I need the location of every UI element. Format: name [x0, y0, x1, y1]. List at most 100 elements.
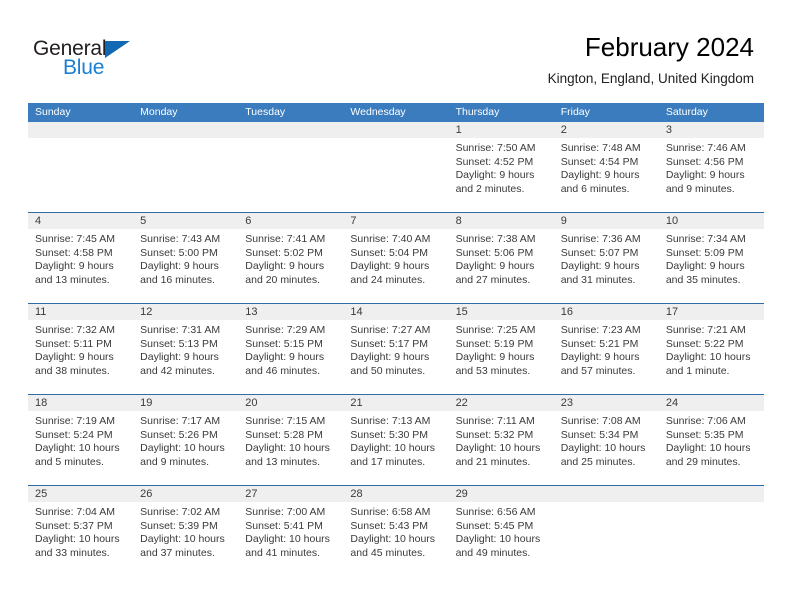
day-number: 25 — [28, 486, 134, 502]
calendar-week-row: 1 Sunrise: 7:50 AM Sunset: 4:52 PM Daylight… — [28, 122, 764, 212]
daylight-duration: Daylight: 9 hours and 6 minutes. — [560, 169, 640, 195]
day-number: 1 — [448, 122, 554, 138]
weekday-header-row: Sunday Monday Tuesday Wednesday Thursday Frid… — [28, 103, 764, 122]
daylight-duration: Daylight: 9 hours and 24 minutes. — [350, 260, 430, 286]
day-cell[interactable]: 19 Sunrise: 7:17 AM Sunset: 5:26 PM Dayligh… — [133, 395, 239, 485]
day-number: 14 — [343, 304, 449, 320]
day-cell[interactable]: 1 Sunrise: 7:50 AM Sunset: 4:52 PM Daylight… — [448, 122, 554, 212]
day-details: Sunrise: 6:56 AM Sunset: 5:45 PM Daylight:… — [449, 502, 554, 560]
day-cell[interactable]: 27 Sunrise: 7:00 AM Sunset: 5:41 PM Dayligh… — [238, 486, 344, 576]
daylight-duration: Daylight: 9 hours and 9 minutes. — [665, 169, 745, 195]
day-cell[interactable]: 18 Sunrise: 7:19 AM Sunset: 5:24 PM Dayligh… — [28, 395, 134, 485]
weekday-header-sunday: Sunday — [35, 106, 71, 118]
day-cell[interactable]: 12 Sunrise: 7:31 AM Sunset: 5:13 PM Dayligh… — [133, 304, 239, 394]
day-number: 2 — [553, 122, 659, 138]
day-number — [343, 122, 449, 138]
day-cell[interactable]: 5 Sunrise: 7:43 AM Sunset: 5:00 PM Daylight… — [133, 213, 239, 303]
brand-logo[interactable]: General Blue — [33, 38, 223, 86]
day-cell[interactable]: 20 Sunrise: 7:15 AM Sunset: 5:28 PM Dayligh… — [238, 395, 344, 485]
day-number: 23 — [553, 395, 659, 411]
day-cell[interactable]: 11 Sunrise: 7:32 AM Sunset: 5:11 PM Dayligh… — [28, 304, 134, 394]
day-cell[interactable]: 9 Sunrise: 7:36 AM Sunset: 5:07 PM Daylight… — [553, 213, 659, 303]
day-details — [554, 502, 659, 506]
masthead: General Blue February 2024 Kington, Engl… — [0, 0, 792, 103]
day-number: 18 — [28, 395, 134, 411]
day-cell[interactable]: 23 Sunrise: 7:08 AM Sunset: 5:34 PM Dayligh… — [553, 395, 659, 485]
day-number: 3 — [658, 122, 764, 138]
day-number — [238, 122, 344, 138]
day-number: 6 — [238, 213, 344, 229]
day-number — [658, 486, 764, 502]
day-details: Sunrise: 7:15 AM Sunset: 5:28 PM Daylight:… — [238, 411, 343, 469]
day-number: 22 — [448, 395, 554, 411]
day-number: 28 — [343, 486, 449, 502]
sunset-time: Sunset: 5:06 PM — [455, 246, 534, 259]
daylight-duration: Daylight: 10 hours and 13 minutes. — [245, 442, 330, 468]
daylight-duration: Daylight: 9 hours and 2 minutes. — [455, 169, 535, 195]
day-details: Sunrise: 7:43 AM Sunset: 5:00 PM Daylight:… — [133, 229, 238, 287]
sunset-time: Sunset: 5:11 PM — [35, 337, 112, 350]
day-cell[interactable]: 22 Sunrise: 7:11 AM Sunset: 5:32 PM Dayligh… — [448, 395, 554, 485]
day-number — [553, 486, 659, 502]
day-cell[interactable]: 21 Sunrise: 7:13 AM Sunset: 5:30 PM Dayligh… — [343, 395, 449, 485]
day-details: Sunrise: 7:08 AM Sunset: 5:34 PM Daylight:… — [554, 411, 659, 469]
sunrise-time: Sunrise: 7:45 AM — [35, 233, 115, 245]
sunset-time: Sunset: 5:02 PM — [245, 246, 323, 259]
day-details: Sunrise: 7:06 AM Sunset: 5:35 PM Daylight:… — [659, 411, 764, 469]
weekday-header-wednesday: Wednesday — [350, 106, 406, 118]
day-cell[interactable]: 15 Sunrise: 7:25 AM Sunset: 5:19 PM Dayligh… — [448, 304, 554, 394]
day-details: Sunrise: 7:25 AM Sunset: 5:19 PM Daylight:… — [449, 320, 554, 378]
sunset-time: Sunset: 5:34 PM — [560, 428, 639, 441]
day-cell[interactable]: 16 Sunrise: 7:23 AM Sunset: 5:21 PM Dayligh… — [553, 304, 659, 394]
weekday-header-tuesday: Tuesday — [245, 106, 286, 118]
day-cell[interactable]: 3 Sunrise: 7:46 AM Sunset: 4:56 PM Daylight… — [658, 122, 764, 212]
day-cell[interactable]: 14 Sunrise: 7:27 AM Sunset: 5:17 PM Dayligh… — [343, 304, 449, 394]
daylight-duration: Daylight: 10 hours and 1 minute. — [665, 351, 751, 377]
daylight-duration: Daylight: 9 hours and 50 minutes. — [350, 351, 430, 377]
day-cell[interactable]: 28 Sunrise: 6:58 AM Sunset: 5:43 PM Dayligh… — [343, 486, 449, 576]
triangle-icon — [105, 41, 130, 58]
weekday-header-saturday: Saturday — [665, 106, 708, 118]
day-cell[interactable]: 24 Sunrise: 7:06 AM Sunset: 5:35 PM Dayligh… — [658, 395, 764, 485]
day-details — [28, 138, 133, 142]
day-details: Sunrise: 7:31 AM Sunset: 5:13 PM Daylight:… — [133, 320, 238, 378]
day-number: 21 — [343, 395, 449, 411]
sunset-time: Sunset: 5:15 PM — [245, 337, 323, 350]
sunset-time: Sunset: 5:09 PM — [665, 246, 744, 259]
day-cell[interactable]: 13 Sunrise: 7:29 AM Sunset: 5:15 PM Dayligh… — [238, 304, 344, 394]
day-details: Sunrise: 7:13 AM Sunset: 5:30 PM Daylight:… — [343, 411, 448, 469]
day-number: 13 — [238, 304, 344, 320]
sunrise-time: Sunrise: 7:23 AM — [560, 324, 641, 336]
sunset-time: Sunset: 4:58 PM — [35, 246, 113, 259]
day-cell[interactable]: 26 Sunrise: 7:02 AM Sunset: 5:39 PM Dayligh… — [133, 486, 239, 576]
daylight-duration: Daylight: 9 hours and 20 minutes. — [245, 260, 325, 286]
day-details: Sunrise: 7:29 AM Sunset: 5:15 PM Daylight:… — [238, 320, 343, 378]
day-cell[interactable]: 6 Sunrise: 7:41 AM Sunset: 5:02 PM Daylight… — [238, 213, 344, 303]
day-number: 11 — [28, 304, 134, 320]
day-cell[interactable]: 10 Sunrise: 7:34 AM Sunset: 5:09 PM Dayligh… — [658, 213, 764, 303]
weekday-header-monday: Monday — [140, 106, 178, 118]
day-details: Sunrise: 7:48 AM Sunset: 4:54 PM Daylight:… — [554, 138, 659, 196]
day-cell-empty — [28, 122, 134, 212]
daylight-duration: Daylight: 9 hours and 31 minutes. — [560, 260, 640, 286]
calendar-week-row: 18 Sunrise: 7:19 AM Sunset: 5:24 PM Dayligh… — [28, 394, 764, 485]
day-cell[interactable]: 17 Sunrise: 7:21 AM Sunset: 5:22 PM Dayligh… — [658, 304, 764, 394]
sunrise-time: Sunrise: 7:32 AM — [35, 324, 115, 336]
day-cell[interactable]: 4 Sunrise: 7:45 AM Sunset: 4:58 PM Daylight… — [28, 213, 134, 303]
day-details: Sunrise: 7:45 AM Sunset: 4:58 PM Daylight:… — [28, 229, 133, 287]
day-cell[interactable]: 7 Sunrise: 7:40 AM Sunset: 5:04 PM Daylight… — [343, 213, 449, 303]
calendar-weeks: 1 Sunrise: 7:50 AM Sunset: 4:52 PM Daylight… — [28, 122, 764, 576]
sunrise-time: Sunrise: 7:13 AM — [350, 415, 431, 427]
day-cell[interactable]: 8 Sunrise: 7:38 AM Sunset: 5:06 PM Daylight… — [448, 213, 554, 303]
day-cell[interactable]: 2 Sunrise: 7:48 AM Sunset: 4:54 PM Daylight… — [553, 122, 659, 212]
day-details — [659, 502, 764, 506]
day-number: 26 — [133, 486, 239, 502]
day-cell[interactable]: 29 Sunrise: 6:56 AM Sunset: 5:45 PM Dayligh… — [448, 486, 554, 576]
day-number: 15 — [448, 304, 554, 320]
day-details: Sunrise: 7:36 AM Sunset: 5:07 PM Daylight:… — [554, 229, 659, 287]
day-cell[interactable]: 25 Sunrise: 7:04 AM Sunset: 5:37 PM Dayligh… — [28, 486, 134, 576]
day-details: Sunrise: 6:58 AM Sunset: 5:43 PM Daylight:… — [343, 502, 448, 560]
sunrise-time: Sunrise: 6:58 AM — [350, 506, 431, 518]
sunset-time: Sunset: 5:45 PM — [455, 519, 534, 532]
day-details — [343, 138, 448, 142]
